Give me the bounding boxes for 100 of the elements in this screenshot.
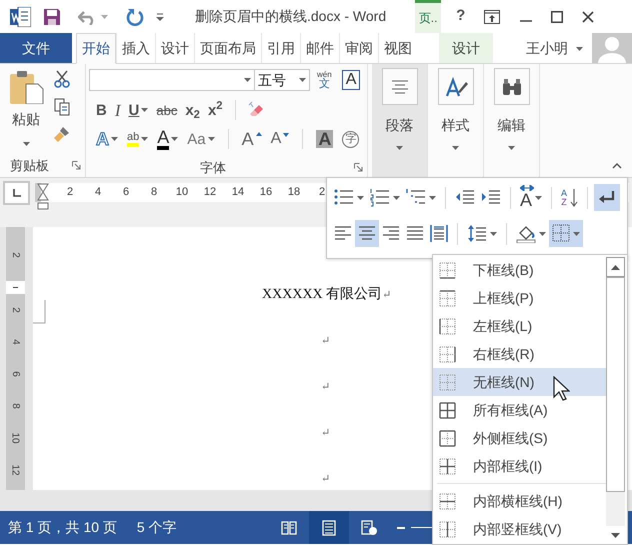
- scissors-icon[interactable]: [54, 70, 70, 88]
- paragraph-tool-button[interactable]: A: [517, 184, 546, 211]
- shrink-arrow-icon: [283, 133, 290, 138]
- menu-item[interactable]: 无框线(N): [433, 368, 606, 396]
- format-button[interactable]: x$^{2}$: [206, 102, 225, 118]
- paste-button[interactable]: 粘贴: [0, 70, 46, 156]
- paragraph-tool-button[interactable]: [549, 220, 583, 247]
- grow-arrow-icon: [256, 132, 262, 136]
- help-button[interactable]: ?: [456, 5, 466, 28]
- menu-item[interactable]: 右框线(R): [433, 340, 606, 368]
- menu-item[interactable]: 内部横框线(H): [433, 487, 606, 515]
- font-effect-button[interactable]: 字: [340, 130, 362, 148]
- font-name-field[interactable]: [89, 69, 255, 91]
- caret-icon: [396, 146, 403, 150]
- ruler-number: 8: [9, 403, 22, 409]
- ribbon-tab[interactable]: 页面布局: [194, 33, 261, 63]
- ruler-number: 2: [9, 307, 22, 313]
- user-name[interactable]: 王小明: [526, 38, 568, 58]
- paint-bucket-icon: [516, 224, 536, 243]
- caret-icon: [299, 78, 306, 82]
- format-button[interactable]: I: [112, 102, 123, 119]
- copy-icon[interactable]: [54, 98, 70, 116]
- group-label: 字体: [200, 158, 226, 176]
- ribbon-tab[interactable]: 开始: [76, 33, 116, 64]
- ribbon-group-button[interactable]: 编辑: [484, 64, 540, 177]
- ruler-number: 18: [286, 185, 302, 200]
- border-style-icon: [439, 402, 456, 418]
- border-style-icon: [439, 290, 456, 306]
- save-icon[interactable]: [43, 8, 61, 26]
- menu-item[interactable]: 上框线(P): [433, 284, 606, 312]
- menu-item[interactable]: 外侧框线(S): [433, 424, 606, 452]
- ribbon-tab[interactable]: 引用: [261, 33, 300, 63]
- close-icon[interactable]: [582, 10, 594, 22]
- ribbon-tab[interactable]: 审阅: [339, 33, 378, 63]
- format-button[interactable]: x$_{2}$: [183, 102, 202, 118]
- app-logo-icon[interactable]: [10, 6, 31, 26]
- menu-item[interactable]: 所有框线(A): [433, 396, 606, 424]
- web-layout-icon: [360, 520, 377, 536]
- ribbon-tab[interactable]: 插入: [116, 33, 155, 63]
- ribbon-tab[interactable]: 设计: [439, 33, 493, 63]
- border-style-icon: [439, 346, 456, 362]
- font-effect-button[interactable]: A: [314, 130, 336, 148]
- font-effect-button[interactable]: A: [155, 128, 180, 150]
- caret-icon: [576, 46, 583, 51]
- word-count: 5 个字: [136, 518, 177, 537]
- redo-icon[interactable]: [126, 8, 144, 26]
- font-effect-button[interactable]: A: [268, 131, 292, 148]
- ribbon-tab[interactable]: 文件: [0, 33, 72, 63]
- double-arrow-icon: [520, 184, 534, 190]
- ribbon-tab[interactable]: 设计: [155, 33, 194, 63]
- numbered-list-icon: [370, 188, 390, 207]
- contextual-group-label: 页..: [415, 0, 442, 33]
- font-effect-button[interactable]: ab: [125, 132, 150, 147]
- print-layout-icon: [320, 520, 337, 536]
- character-border-button[interactable]: A: [342, 70, 360, 90]
- distribute-icon: [430, 224, 448, 243]
- menu-item[interactable]: 内部框线(I): [433, 452, 606, 480]
- collapse-ribbon-icon[interactable]: [612, 163, 622, 169]
- format-button[interactable]: abc: [154, 104, 180, 117]
- paragraph-tool-button[interactable]: A Z: [558, 184, 582, 211]
- scroll-up-icon[interactable]: [611, 264, 620, 270]
- border-style-icon: [439, 458, 456, 474]
- dialog-launcher-icon[interactable]: [72, 161, 81, 170]
- ribbon-tab[interactable]: 视图: [378, 33, 417, 63]
- border-style-icon: [439, 318, 456, 334]
- phonetic-guide-button[interactable]: wén 文: [315, 70, 334, 90]
- menu-item[interactable]: 内部竖框线(V): [433, 515, 606, 543]
- ribbon-group-button[interactable]: 段落: [372, 64, 428, 177]
- window-title: 删除页眉中的横线.docx - Word: [195, 7, 386, 26]
- tab-stop-icon: [12, 189, 20, 197]
- border-style-icon: [439, 492, 456, 510]
- format-button[interactable]: U: [126, 102, 150, 118]
- customize-caret-icon[interactable]: [156, 12, 164, 20]
- indent-marker-icon[interactable]: [35, 183, 51, 211]
- border-style-icon: [439, 262, 456, 278]
- paragraph-tool-button[interactable]: [594, 184, 620, 211]
- caret-icon: [508, 146, 515, 150]
- ruler-number: 2: [9, 252, 22, 258]
- ribbon-tab[interactable]: 邮件: [300, 33, 339, 63]
- ruler-number: 16: [258, 185, 274, 200]
- ribbon-display-icon[interactable]: [484, 10, 500, 24]
- tab-selector[interactable]: [3, 181, 30, 205]
- paintbrush-icon[interactable]: [54, 126, 70, 142]
- scrollbar-thumb[interactable]: [606, 277, 625, 492]
- group-label: 剪贴板: [10, 157, 49, 175]
- maximize-icon[interactable]: [551, 10, 564, 22]
- font-effect-button[interactable]: A: [94, 130, 120, 148]
- paragraph-tool-button[interactable]: [355, 220, 379, 247]
- dialog-launcher-icon[interactable]: [354, 162, 363, 172]
- view-button[interactable]: [308, 511, 349, 544]
- menu-item[interactable]: 下框线(B): [433, 256, 606, 284]
- ruler-number: 8: [150, 185, 158, 200]
- ruler-number: 10: [174, 185, 190, 200]
- scroll-down-icon[interactable]: [611, 532, 620, 538]
- font-size-field[interactable]: 五号: [255, 69, 310, 91]
- format-button[interactable]: B: [94, 102, 109, 118]
- ribbon-group-button[interactable]: 样式: [428, 64, 484, 177]
- font-effect-button[interactable]: Aa: [185, 132, 217, 147]
- font-effect-button[interactable]: A: [240, 130, 264, 148]
- menu-item[interactable]: 左框线(L): [433, 312, 606, 340]
